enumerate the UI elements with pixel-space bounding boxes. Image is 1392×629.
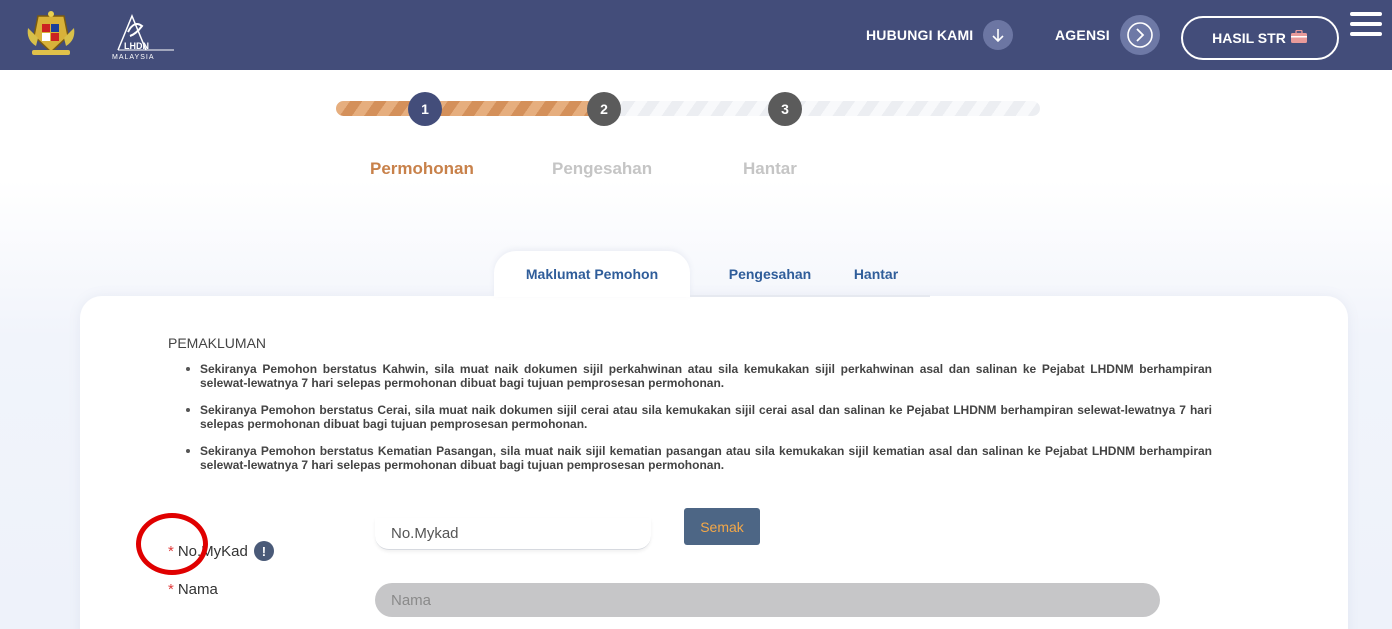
step-3-label: Hantar: [743, 159, 797, 178]
hasil-str-button[interactable]: HASIL STR: [1181, 16, 1339, 60]
hasil-str-label: HASIL STR: [1212, 30, 1286, 46]
notice-title: PEMAKLUMAN: [168, 335, 267, 351]
mykad-field-label: * No.MyKad !: [168, 541, 274, 561]
mykad-label-text: No.MyKad: [177, 542, 248, 560]
hamburger-icon[interactable]: [1350, 12, 1382, 42]
tab-divider: [690, 295, 930, 297]
nav-agency-label: AGENSI: [1055, 27, 1110, 43]
lhdn-logo-subtext: MALAYSIA: [112, 54, 155, 61]
nav-contact-link[interactable]: HUBUNGI KAMI: [866, 20, 1014, 50]
step-3-indicator: 3: [768, 92, 802, 126]
briefcase-icon: [1290, 29, 1308, 47]
step-2-number: 2: [600, 101, 608, 117]
step-2-label: Pengesahan: [552, 159, 653, 178]
step-2-indicator: 2: [587, 92, 621, 126]
nav-agency-link[interactable]: AGENSI: [1055, 15, 1160, 55]
semak-button[interactable]: Semak: [684, 508, 760, 545]
arrow-down-icon: [983, 20, 1014, 50]
step-1-indicator: 1: [408, 92, 442, 126]
form-tabs: Maklumat Pemohon Pengesahan Hantar: [494, 251, 902, 297]
notice-item: Sekiranya Pemohon berstatus Kematian Pas…: [186, 444, 1212, 472]
nama-field-label: * Nama: [168, 581, 218, 598]
tab-pengesahan[interactable]: Pengesahan: [690, 251, 850, 297]
tab-maklumat-pemohon[interactable]: Maklumat Pemohon: [494, 251, 690, 297]
progress-stepper-fill: [336, 101, 597, 116]
step-3-number: 3: [781, 101, 789, 117]
nama-input: [375, 583, 1160, 617]
mykad-input[interactable]: [375, 518, 651, 550]
info-icon[interactable]: !: [253, 541, 274, 561]
top-navigation-bar: LHDN MALAYSIA HUBUNGI KAMI AGENSI HASIL …: [0, 0, 1392, 70]
malaysia-crest-logo[interactable]: [24, 10, 78, 58]
chevron-right-icon: [1119, 15, 1160, 55]
nama-label-text: Nama: [177, 581, 218, 598]
nav-contact-label: HUBUNGI KAMI: [866, 27, 974, 43]
notice-item: Sekiranya Pemohon berstatus Cerai, sila …: [186, 403, 1212, 431]
notice-list: Sekiranya Pemohon berstatus Kahwin, sila…: [186, 362, 1212, 485]
lhdn-logo[interactable]: LHDN MALAYSIA: [112, 10, 176, 62]
step-1-label: Permohonan: [370, 159, 474, 178]
required-mark: *: [168, 581, 174, 598]
required-mark: *: [168, 542, 174, 560]
notice-item: Sekiranya Pemohon berstatus Kahwin, sila…: [186, 362, 1212, 390]
tab-hantar[interactable]: Hantar: [850, 251, 902, 297]
step-1-number: 1: [421, 101, 429, 117]
lhdn-logo-text: LHDN: [124, 41, 149, 51]
info-glyph: !: [261, 543, 267, 559]
